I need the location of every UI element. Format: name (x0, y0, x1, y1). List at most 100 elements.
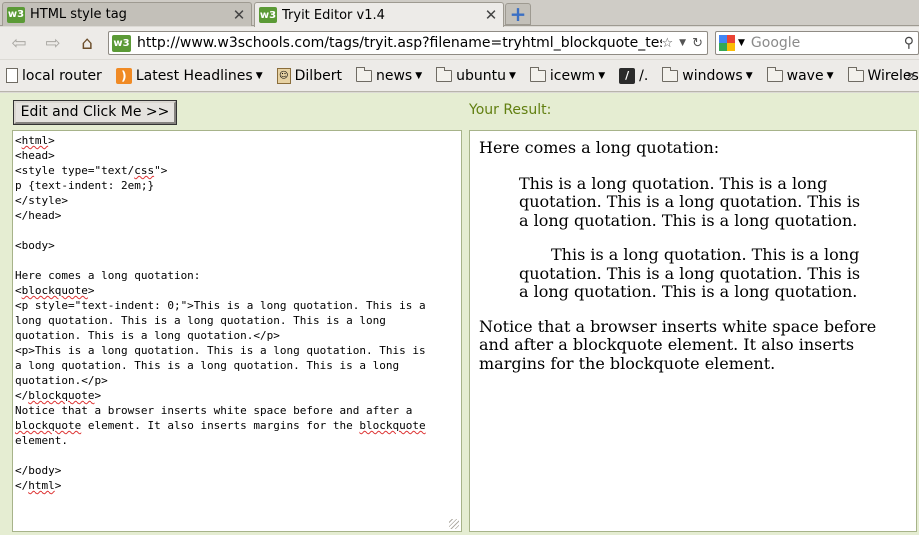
code-line: Notice that a browser inserts white spac… (15, 403, 459, 418)
tab-close-icon[interactable]: ✕ (483, 6, 499, 24)
bookmarks-overflow-icon[interactable]: » (906, 68, 915, 84)
w3schools-favicon-icon: w3 (259, 7, 277, 23)
folder-icon (766, 66, 783, 82)
search-bar[interactable]: ▼ Google ⚲ (715, 31, 919, 55)
bookmark-folder-ubuntu[interactable]: ubuntu ▼ (436, 66, 516, 84)
code-fragment: <p>This is a long quotation. This is a l… (15, 344, 426, 357)
code-text[interactable]: <html> <head> <style type="text/css"> p {te… (13, 131, 461, 495)
url-bar[interactable]: w3 http://www.w3schools.com/tags/tryit.a… (108, 31, 708, 55)
forward-arrow-icon[interactable]: ⇨ (40, 31, 66, 55)
page-icon (6, 68, 18, 83)
bookmark-local-router[interactable]: local router (6, 68, 102, 84)
dropdown-caret-icon: ▼ (508, 70, 516, 81)
code-fragment: </ (15, 479, 29, 492)
code-line: quotation.</p> (15, 373, 459, 388)
bookmark-folder-windows[interactable]: windows ▼ (662, 66, 753, 84)
w3schools-favicon-icon: w3 (112, 34, 131, 52)
code-fragment: quotation. This is a long quotation.</p> (15, 329, 280, 342)
code-fragment: </head> (15, 209, 62, 222)
dropdown-caret-icon: ▼ (826, 70, 834, 81)
bookmark-label: wave (786, 67, 824, 84)
bookmark-label: news (375, 67, 413, 84)
dropdown-caret-icon: ▼ (415, 70, 423, 81)
code-fragment: > (48, 134, 55, 147)
bookmark-slashdot[interactable]: / /. (619, 67, 649, 84)
folder-icon (355, 66, 372, 82)
code-fragment: <body> (15, 239, 55, 252)
new-tab-plus-icon[interactable]: + (505, 2, 531, 26)
dropdown-caret-icon: ▼ (598, 70, 606, 81)
code-line: <p>This is a long quotation. This is a l… (15, 343, 459, 358)
url-text[interactable]: http://www.w3schools.com/tags/tryit.asp?… (137, 35, 662, 51)
spellcheck-word: blockquote (359, 419, 426, 432)
spellcheck-word: html (21, 134, 49, 147)
code-fragment: "> (154, 164, 168, 177)
folder-icon (662, 66, 679, 82)
spellcheck-word: css (134, 164, 155, 177)
bookmark-folder-wave[interactable]: wave ▼ (766, 66, 834, 84)
tab-html-style-tag[interactable]: w3 HTML style tag ✕ (2, 2, 252, 26)
code-fragment: > (54, 479, 62, 492)
bookmark-label: Latest Headlines (135, 67, 253, 84)
code-line: quotation. This is a long quotation.</p> (15, 328, 459, 343)
code-fragment: element. (15, 434, 68, 447)
dropdown-caret-icon: ▼ (745, 70, 753, 81)
tryit-editor-page: Edit and Click Me >> Your Result: <html>… (0, 93, 919, 535)
code-fragment: Notice that a browser inserts white spac… (15, 404, 413, 417)
code-fragment: </ (15, 389, 29, 402)
slashdot-icon: / (619, 67, 636, 84)
search-engine-dropdown-icon[interactable]: ▼ (738, 38, 745, 48)
result-quote-paragraph-1: This is a long quotation. This is a long… (519, 173, 861, 230)
code-line: </body> (15, 463, 459, 478)
folder-icon (529, 66, 546, 82)
bookmark-label: /. (639, 67, 649, 84)
code-fragment: a long quotation. This is a long quotati… (15, 359, 400, 372)
code-line: <html> (15, 133, 459, 148)
code-editor-textarea[interactable]: <html> <head> <style type="text/css"> p {te… (12, 130, 462, 532)
tab-label: HTML style tag (30, 7, 127, 22)
code-fragment: </body> (15, 464, 62, 477)
code-fragment: Here comes a long quotation: (15, 269, 201, 282)
tab-tryit-editor[interactable]: w3 Tryit Editor v1.4 ✕ (254, 2, 504, 27)
rss-icon: ) (115, 67, 132, 84)
search-input[interactable]: Google (751, 35, 904, 51)
code-fragment: <p style="text-indent: 0;">This is a lon… (15, 299, 426, 312)
code-line: element. (15, 433, 459, 448)
home-icon[interactable]: ⌂ (74, 31, 100, 55)
result-notice-paragraph: Notice that a browser inserts white spac… (479, 316, 877, 373)
code-fragment: </style> (15, 194, 68, 207)
bookmark-dilbert[interactable]: ☺ Dilbert (276, 67, 342, 84)
search-icon[interactable]: ⚲ (904, 35, 918, 51)
code-line: a long quotation. This is a long quotati… (15, 358, 459, 373)
result-frame: Here comes a long quotation: This is a l… (469, 130, 917, 532)
code-line: <body> (15, 238, 459, 253)
bookmark-folder-icewm[interactable]: icewm ▼ (529, 66, 606, 84)
edit-and-click-button[interactable]: Edit and Click Me >> (13, 100, 177, 125)
bookmark-label: local router (22, 67, 102, 84)
folder-icon (436, 66, 453, 82)
your-result-heading: Your Result: (469, 102, 552, 118)
tab-close-icon[interactable]: ✕ (231, 6, 247, 24)
code-fragment: < (15, 134, 22, 147)
code-fragment: p {text-indent: 2em;} (15, 179, 155, 192)
spellcheck-word: html (28, 479, 55, 492)
google-engine-icon[interactable] (719, 35, 735, 51)
reload-icon[interactable]: ↻ (692, 36, 703, 51)
dilbert-icon: ☺ (276, 67, 291, 84)
bookmark-latest-headlines[interactable]: ) Latest Headlines ▼ (115, 67, 263, 84)
code-line: <style type="text/css"> (15, 163, 459, 178)
code-line: <head> (15, 148, 459, 163)
result-intro-paragraph: Here comes a long quotation: (479, 138, 720, 157)
folder-icon (847, 66, 864, 82)
bookmark-star-icon[interactable]: ☆ (662, 36, 674, 51)
code-line: p {text-indent: 2em;} (15, 178, 459, 193)
code-line: long quotation. This is a long quotation… (15, 313, 459, 328)
url-dropdown-icon[interactable]: ▼ (679, 38, 686, 48)
back-arrow-icon[interactable]: ⇦ (6, 31, 32, 55)
code-fragment: > (87, 284, 95, 297)
bookmark-folder-news[interactable]: news ▼ (355, 66, 423, 84)
resize-grip-icon[interactable] (449, 519, 459, 529)
navigation-toolbar: ⇦ ⇨ ⌂ w3 http://www.w3schools.com/tags/t… (0, 27, 919, 59)
